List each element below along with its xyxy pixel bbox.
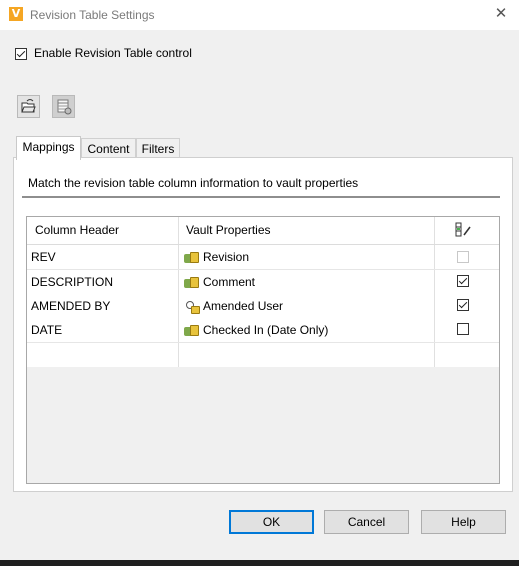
row-checkbox[interactable] — [457, 275, 469, 287]
divider — [22, 196, 500, 198]
row-checkbox[interactable] — [457, 299, 469, 311]
column-header-cell: DATE — [31, 323, 63, 337]
property-icon — [184, 276, 200, 290]
table-row[interactable]: AMENDED BY Amended User — [27, 294, 499, 318]
close-icon[interactable]: ✕ — [492, 5, 510, 23]
mappings-panel: Match the revision table column informat… — [13, 157, 513, 492]
table-settings-button[interactable] — [52, 95, 75, 118]
column-header-cell: DESCRIPTION — [31, 275, 114, 289]
window-title: Revision Table Settings — [30, 8, 155, 22]
edit-column-heading[interactable] — [455, 217, 485, 244]
help-button[interactable]: Help — [421, 510, 506, 534]
row-checkbox[interactable] — [457, 251, 469, 263]
vault-property-cell[interactable]: Comment — [180, 270, 430, 294]
grid-header: Column Header Vault Properties — [27, 217, 499, 245]
enable-revision-table-label: Enable Revision Table control — [34, 46, 192, 60]
cancel-button[interactable]: Cancel — [324, 510, 409, 534]
column-header-cell: AMENDED BY — [31, 299, 111, 313]
vault-property-cell[interactable]: Amended User — [180, 294, 430, 318]
property-icon — [184, 324, 200, 338]
vault-properties-heading[interactable]: Vault Properties — [182, 217, 432, 244]
open-folder-button[interactable] — [17, 95, 40, 118]
table-settings-icon — [57, 99, 72, 115]
edit-column-icon — [455, 222, 471, 237]
property-icon — [184, 251, 200, 265]
table-row-empty[interactable] — [27, 343, 499, 367]
table-row[interactable]: DATE Checked In (Date Only) — [27, 318, 499, 342]
vault-property-cell[interactable]: Checked In (Date Only) — [180, 318, 430, 342]
background-strip — [0, 560, 519, 566]
row-checkbox[interactable] — [457, 323, 469, 335]
ok-button[interactable]: OK — [229, 510, 314, 534]
vault-property-cell[interactable]: Revision — [180, 245, 430, 269]
vault-logo-icon: V — [9, 7, 23, 21]
enable-revision-table-checkbox[interactable] — [15, 48, 27, 60]
column-header-heading[interactable]: Column Header — [31, 217, 179, 244]
mappings-grid: Column Header Vault Properties REV Revis… — [26, 216, 500, 484]
column-header-cell: REV — [31, 250, 56, 264]
table-row[interactable]: DESCRIPTION Comment — [27, 270, 499, 294]
tab-mappings[interactable]: Mappings — [16, 136, 81, 160]
table-row[interactable]: REV Revision — [27, 245, 499, 269]
folder-open-icon — [21, 99, 36, 113]
title-bar: V Revision Table Settings ✕ — [0, 0, 519, 30]
user-property-icon — [184, 300, 200, 314]
mappings-instruction: Match the revision table column informat… — [28, 176, 359, 190]
